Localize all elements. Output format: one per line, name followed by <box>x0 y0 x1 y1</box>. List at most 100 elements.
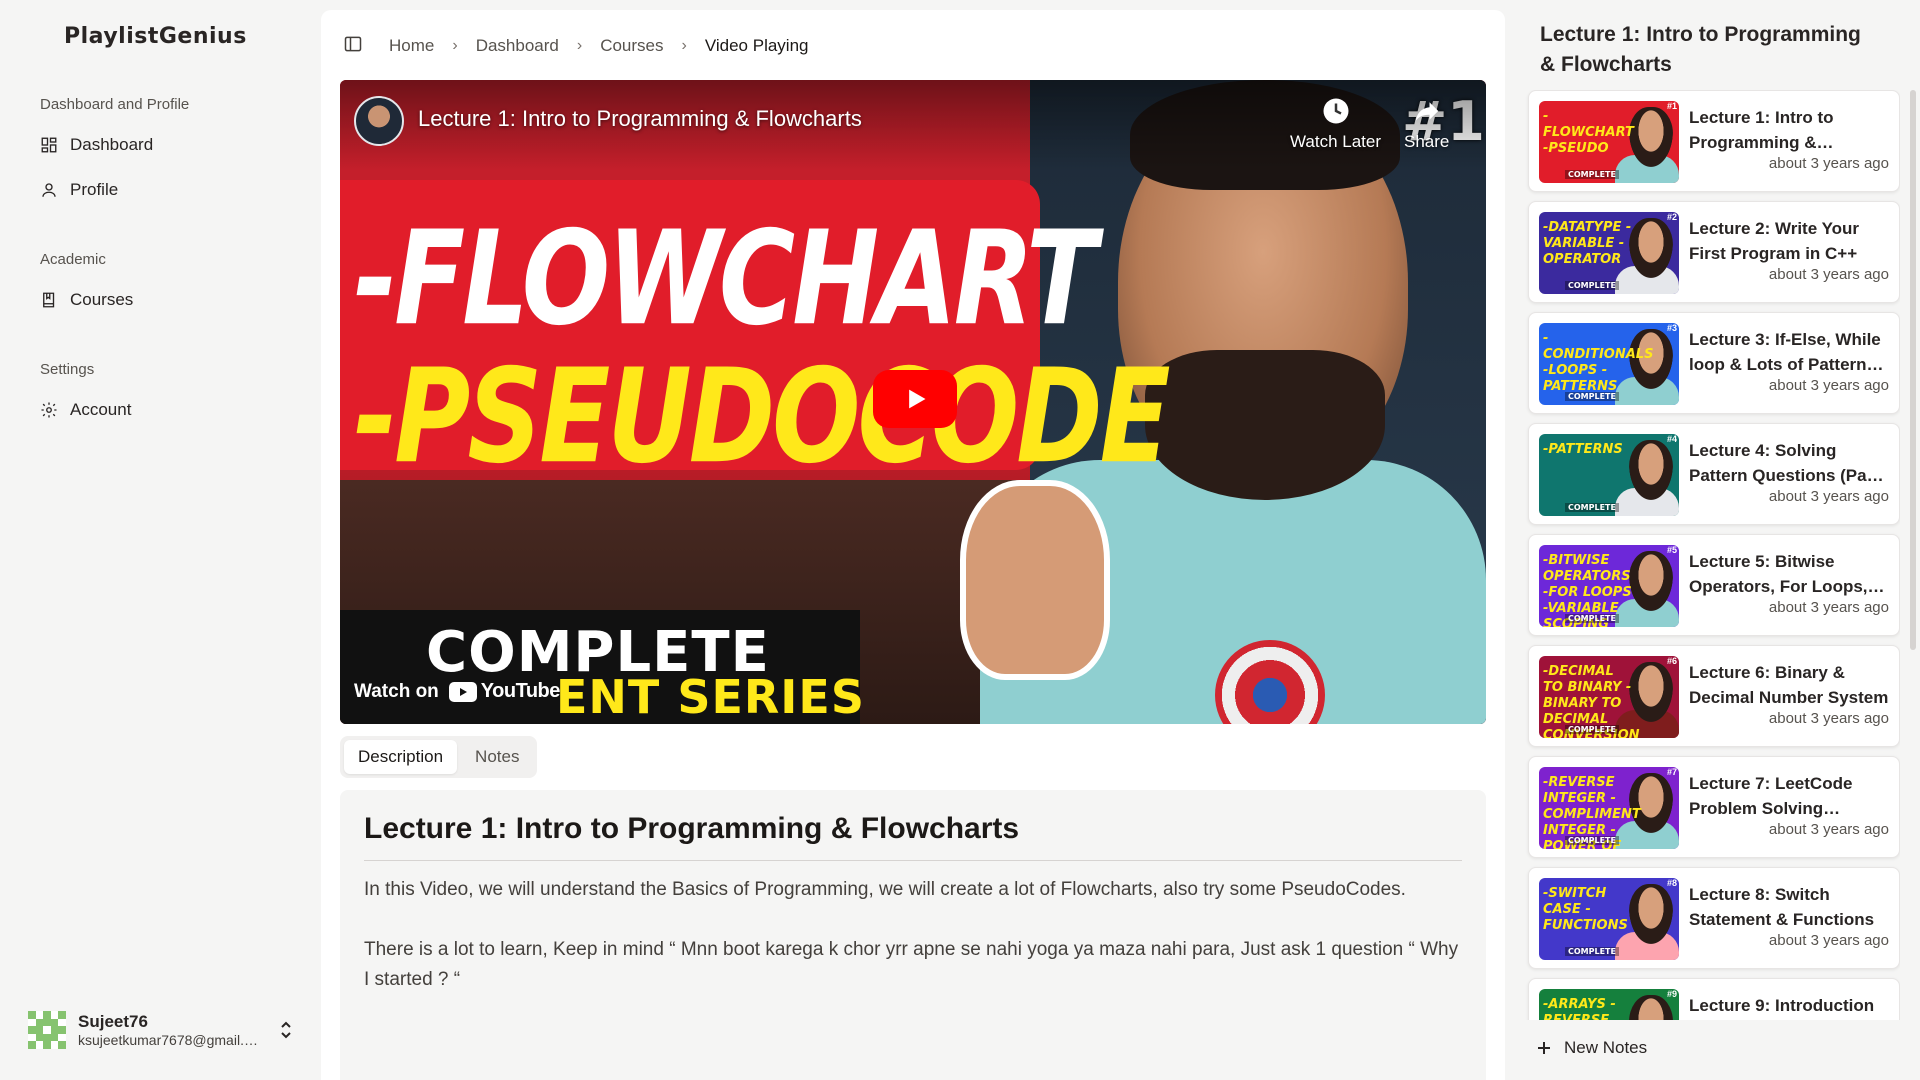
main-panel: Home › Dashboard › Courses › Video Playi… <box>321 10 1505 1080</box>
chevron-right-icon: › <box>681 37 687 54</box>
thumbnail-complete: COMPLETE <box>1565 503 1619 512</box>
tab-description[interactable]: Description <box>344 740 458 774</box>
thumbnail-number: #3 <box>1666 323 1677 333</box>
scrollbar[interactable] <box>1910 90 1916 650</box>
sidebar-item-profile[interactable]: Profile <box>32 172 292 208</box>
playlist-panel: Lecture 1: Intro to Programming & Flowch… <box>1506 0 1920 1080</box>
avatar <box>28 1011 66 1049</box>
lecture-title: Lecture 9: Introduction to Arrays <box>1689 996 1875 1015</box>
breadcrumb-courses[interactable]: Courses <box>600 36 663 56</box>
topbar: Home › Dashboard › Courses › Video Playi… <box>343 32 808 60</box>
lecture-thumbnail: -REVERSE INTEGER -COMPLIMENT INTEGER -PO… <box>1539 767 1679 849</box>
lecture-card[interactable]: -DECIMAL TO BINARY -BINARY TO DECIMAL CO… <box>1528 645 1900 747</box>
lecture-card[interactable]: -ARRAYS -REVERSE ARRAY#9COMPLETELecture … <box>1528 978 1900 1020</box>
play-icon <box>909 389 926 409</box>
lecture-thumbnail: -DATATYPE -VARIABLE -OPERATOR #2 COMPLETE <box>1539 212 1679 294</box>
description-paragraph: In this Video, we will understand the Ba… <box>364 879 1406 900</box>
user-name: Sujeet76 <box>78 1012 148 1031</box>
lecture-timestamp: about 3 years ago <box>1768 155 1889 172</box>
lecture-timestamp: about 3 years ago <box>1768 710 1889 727</box>
watch-later-button[interactable]: Watch Later <box>1290 96 1381 152</box>
lecture-card[interactable]: -SWITCH CASE -FUNCTIONS #8 COMPLETE Lecture… <box>1528 867 1900 969</box>
lecture-card[interactable]: -DATATYPE -VARIABLE -OPERATOR #2 COMPLETE L… <box>1528 201 1900 303</box>
thumbnail-complete: COMPLETE <box>1565 836 1619 845</box>
lecture-timestamp: about 3 years ago <box>1768 599 1889 616</box>
breadcrumb-home[interactable]: Home <box>389 36 434 56</box>
lecture-list[interactable]: -FLOWCHART -PSEUDO #1 COMPLETE Lecture 1: I… <box>1520 90 1900 1020</box>
channel-avatar[interactable] <box>354 96 404 146</box>
user-email: ksujeetkumar7678@gmail.com <box>78 1032 263 1048</box>
chevron-right-icon: › <box>576 37 583 54</box>
lecture-thumbnail: -PATTERNS #4 COMPLETE <box>1539 434 1679 516</box>
sidebar-item-courses[interactable]: Courses <box>32 282 292 318</box>
sidebar-item-label: Courses <box>70 290 134 309</box>
lecture-thumbnail: -BITWISE OPERATORS -FOR LOOPS -VARIABLE … <box>1539 545 1679 627</box>
gear-icon <box>41 402 57 418</box>
lecture-card[interactable]: -REVERSE INTEGER -COMPLIMENT INTEGER -PO… <box>1528 756 1900 858</box>
thumbnail-series: ENT SERIES <box>556 670 865 724</box>
lecture-timestamp: about 3 years ago <box>1768 377 1889 394</box>
thumbnail-number: #5 <box>1666 545 1677 555</box>
nav-group-label-settings: Settings <box>40 361 95 378</box>
thumbnail-number: #8 <box>1666 878 1677 888</box>
thumbnail-complete: COMPLETE <box>1565 614 1619 623</box>
lecture-thumbnail: -DECIMAL TO BINARY -BINARY TO DECIMAL CO… <box>1539 656 1679 738</box>
lecture-card[interactable]: -PATTERNS #4 COMPLETE Lecture 4: Solving Pa… <box>1528 423 1900 525</box>
new-notes-button[interactable]: New Notes <box>1536 1038 1647 1058</box>
thumbnail-number: #4 <box>1666 434 1677 444</box>
video-title[interactable]: Lecture 1: Intro to Programming & Flowch… <box>418 106 862 132</box>
thumbnail-number: #2 <box>1666 212 1677 222</box>
lecture-card[interactable]: -CONDITIONALS -LOOPS -PATTERNS #3 COMPLETE… <box>1528 312 1900 414</box>
sidebar-item-label: Account <box>70 400 132 419</box>
description-paragraph: There is a lot to learn, Keep in mind “ … <box>364 939 1459 990</box>
description-title: Lecture 1: Intro to Programming & Flowch… <box>364 812 1462 861</box>
thumbnail-complete: COMPLETE <box>1565 725 1619 734</box>
lecture-card[interactable]: -BITWISE OPERATORS -FOR LOOPS -VARIABLE … <box>1528 534 1900 636</box>
lecture-thumbnail: -FLOWCHART -PSEUDO #1 COMPLETE <box>1539 101 1679 183</box>
lecture-title: Lecture 6: Binary & Decimal Number Syste… <box>1689 663 1889 707</box>
sidebar-item-account[interactable]: Account <box>32 392 292 428</box>
thumbnail-caption: -ARRAYS -REVERSE ARRAY <box>1543 997 1616 1020</box>
chevrons-up-down-icon[interactable] <box>278 1020 298 1040</box>
plus-icon <box>1538 1042 1550 1054</box>
grid-icon <box>41 137 57 153</box>
lecture-title: Lecture 7: LeetCode Problem Solving Sess… <box>1689 774 1853 818</box>
user-menu[interactable]: Sujeet76 ksujeetkumar7678@gmail.com <box>28 1008 298 1052</box>
share-icon <box>1415 102 1438 121</box>
brand-logo[interactable]: PlaylistGenius <box>64 24 247 49</box>
share-button[interactable]: Share <box>1404 96 1449 152</box>
lecture-timestamp: about 3 years ago <box>1768 488 1889 505</box>
breadcrumb-dashboard[interactable]: Dashboard <box>476 36 559 56</box>
thumbnail-caption: -SWITCH CASE -FUNCTIONS <box>1543 886 1628 933</box>
thumbnail-number: #7 <box>1666 767 1677 777</box>
nav-group-label-dashboard: Dashboard and Profile <box>40 96 190 113</box>
breadcrumb-current: Video Playing <box>704 36 809 55</box>
lecture-thumbnail: -CONDITIONALS -LOOPS -PATTERNS #3 COMPLETE <box>1539 323 1679 405</box>
lecture-title: Lecture 5: Bitwise Operators, For Loops,… <box>1689 552 1868 596</box>
lecture-title: Lecture 8: Switch Statement & Functions <box>1689 885 1875 929</box>
lecture-card[interactable]: -FLOWCHART -PSEUDO #1 COMPLETE Lecture 1: I… <box>1528 90 1900 192</box>
lecture-title: Lecture 1: Intro to Programming & Flowch… <box>1689 108 1834 152</box>
sidebar-item-dashboard[interactable]: Dashboard <box>32 127 292 163</box>
video-player[interactable]: -FLOWCHART -PSEUDOCODE COMPLETE ENT SERI… <box>340 80 1486 724</box>
sidebar: PlaylistGenius Dashboard and Profile Das… <box>0 0 320 1080</box>
sidebar-toggle-icon[interactable] <box>343 34 363 59</box>
lecture-title: Lecture 4: Solving Pattern Questions (Pa… <box>1689 441 1885 485</box>
playlist-title: Lecture 1: Intro to Programming & Flowch… <box>1540 23 1861 76</box>
thumbnail-number: #1 <box>1666 101 1677 111</box>
tab-notes[interactable]: Notes <box>461 740 533 774</box>
thumbnail-complete: COMPLETE <box>1565 392 1619 401</box>
clock-icon <box>1323 98 1349 124</box>
youtube-logo: YouTube <box>448 680 560 703</box>
book-icon <box>43 292 55 308</box>
thumbnail-caption: -FLOWCHART -PSEUDO <box>1543 109 1634 156</box>
thumbnail-line1: -FLOWCHART <box>354 202 1097 355</box>
play-button[interactable] <box>873 370 957 428</box>
thumbnail-complete: COMPLETE <box>1565 170 1619 179</box>
lecture-title: Lecture 2: Write Your First Program in C… <box>1689 219 1860 263</box>
thumbnail-caption: -DATATYPE -VARIABLE -OPERATOR <box>1543 220 1632 267</box>
lecture-thumbnail: -ARRAYS -REVERSE ARRAY#9COMPLETE <box>1539 989 1679 1020</box>
breadcrumb: Home › Dashboard › Courses › Video Playi… <box>389 36 808 56</box>
watch-on-youtube-link[interactable]: Watch on YouTube <box>354 680 560 703</box>
thumbnail-number: #9 <box>1666 989 1677 999</box>
